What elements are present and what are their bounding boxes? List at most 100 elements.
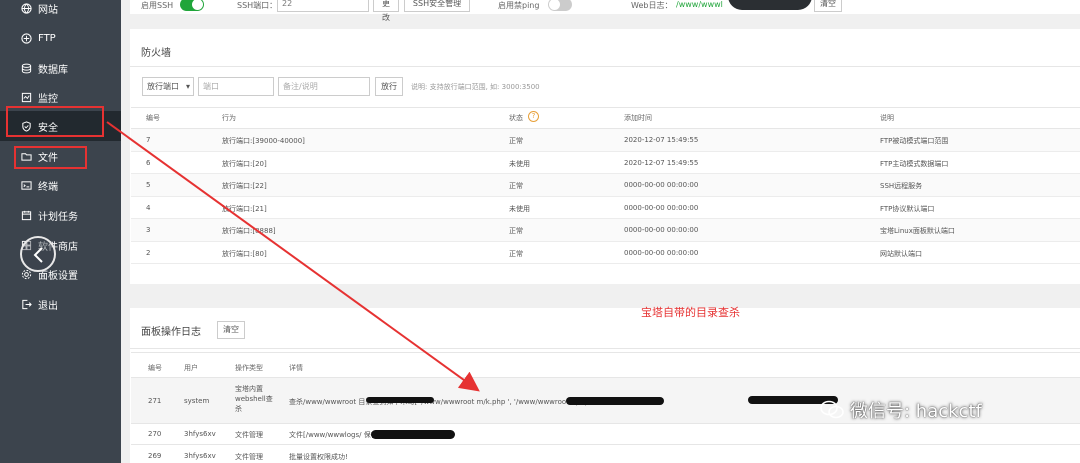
col-header-time: 添加时间 <box>624 114 652 122</box>
port-input[interactable]: 端口 <box>198 77 274 96</box>
row-action: 放行端口:[22] <box>222 182 267 190</box>
ssh-enable-label: 启用SSH <box>141 1 174 10</box>
row-note: FTP主动模式数据端口 <box>880 159 949 168</box>
ssh-toggle[interactable] <box>180 0 204 11</box>
watermark-text: 微信号: hackctf <box>850 401 982 422</box>
row-action: 放行端口:[39000-40000] <box>222 137 305 145</box>
chevron-down-icon: ▾ <box>185 82 190 91</box>
row-note: 宝塔Linux面板默认端口 <box>880 227 955 235</box>
row-time: 0000-00-00 00:00:00 <box>624 248 699 257</box>
logout-icon <box>20 298 32 310</box>
row-note: FTP被动模式端口范围 <box>880 137 949 145</box>
row-note: 网站默认端口 <box>880 249 922 258</box>
floating-overlay <box>728 0 812 10</box>
row-id: 5 <box>146 181 151 189</box>
redaction-mark <box>371 430 455 439</box>
row-time: 0000-00-00 00:00:00 <box>624 203 699 212</box>
row-id: 7 <box>146 136 151 144</box>
log-id: 270 <box>148 430 162 438</box>
ssh-port-input[interactable]: 22 <box>277 0 369 12</box>
row-id: 4 <box>146 203 151 212</box>
log-type: 宝塔内置webshell查杀 <box>235 385 273 413</box>
row-time: 0000-00-00 00:00:00 <box>624 226 699 234</box>
terminal-icon <box>20 179 32 191</box>
sidebar-item-label: 网站 <box>38 4 58 16</box>
col-header-action: 行为 <box>222 114 236 122</box>
redaction-mark <box>566 397 664 405</box>
log-col-id: 编号 <box>148 364 162 372</box>
ssh-port-label: SSH端口： <box>237 1 278 10</box>
row-time: 2020-12-07 15:49:55 <box>624 158 699 167</box>
ftp-icon <box>20 32 32 44</box>
sidebar-item-website[interactable]: 网站 <box>0 0 121 23</box>
row-note: SSH远程服务 <box>880 182 923 190</box>
sidebar-item-ftp[interactable]: FTP <box>0 23 121 53</box>
row-time: 0000-00-00 00:00:00 <box>624 181 699 189</box>
sidebar-item-logout[interactable]: 退出 <box>0 289 121 319</box>
table-row <box>131 241 1080 264</box>
table-row <box>131 174 1080 197</box>
log-detail: 查杀/www/wwwroot 目录查到如下木马[ '/www/wwwroot m… <box>289 398 595 406</box>
note-input[interactable]: 备注/说明 <box>278 77 370 96</box>
log-user: 3hfys6xv <box>184 452 216 460</box>
log-id: 271 <box>148 397 162 405</box>
settings-bar: 启用SSH SSH端口： 22 更改 SSH安全管理 启用禁ping Web日志… <box>130 0 1080 22</box>
redaction-mark <box>366 397 434 403</box>
sidebar-item-label: 监控 <box>38 93 58 105</box>
row-status: 正常 <box>509 249 523 258</box>
row-id: 3 <box>146 226 151 234</box>
sidebar-item-database[interactable]: 数据库 <box>0 53 121 83</box>
log-col-detail: 详情 <box>289 364 303 372</box>
log-detail: 批量设置权限成功! <box>289 453 348 461</box>
allow-port-button[interactable]: 放行 <box>375 77 403 96</box>
col-header-id: 编号 <box>146 114 160 122</box>
monitor-icon <box>20 91 32 103</box>
sidebar-item-label: FTP <box>38 32 56 44</box>
sidebar-item-settings[interactable]: 面板设置 <box>0 259 121 289</box>
log-type: 文件管理 <box>235 453 263 461</box>
annotation-text: 宝塔自带的目录查杀 <box>641 306 740 319</box>
wechat-icon <box>820 400 844 419</box>
row-status: 正常 <box>509 227 523 235</box>
row-action: 放行端口:[20] <box>222 159 267 168</box>
clear-weblog-button[interactable]: 清空 <box>814 0 842 12</box>
log-id: 269 <box>148 452 162 460</box>
clear-oplog-button[interactable]: 清空 <box>217 321 245 339</box>
row-status: 正常 <box>509 137 523 145</box>
weblog-label: Web日志： <box>631 1 673 10</box>
globe-icon <box>20 2 32 14</box>
sidebar-item-terminal[interactable]: 终端 <box>0 170 121 200</box>
log-type: 文件管理 <box>235 431 263 439</box>
row-note: FTP协议默认端口 <box>880 204 935 213</box>
col-header-status: 状态 <box>509 114 523 122</box>
sidebar-item-cron[interactable]: 计划任务 <box>0 200 121 230</box>
row-action: 放行端口:[80] <box>222 249 267 258</box>
row-id: 2 <box>146 248 151 257</box>
row-action: 放行端口:[21] <box>222 204 267 213</box>
port-type-select[interactable]: 放行端口 ▾ <box>142 77 194 96</box>
log-col-user: 用户 <box>184 364 198 372</box>
weblog-path: /www/wwwl <box>676 0 723 9</box>
row-status: 未使用 <box>509 204 530 213</box>
oplog-title: 面板操作日志 <box>141 327 201 338</box>
row-id: 6 <box>146 158 151 167</box>
database-icon <box>20 62 32 74</box>
change-port-button[interactable]: 更改 <box>373 0 399 22</box>
ping-toggle[interactable] <box>548 0 572 11</box>
main-content: 启用SSH SSH端口： 22 更改 SSH安全管理 启用禁ping Web日志… <box>121 0 1080 463</box>
sidebar: 网站 FTP 数据库 监控 安全 文件 终端 计划任务 软件商店 面板设置 退出 <box>0 0 121 463</box>
sidebar-item-label: 数据库 <box>38 64 68 76</box>
firewall-hint: 说明: 支持放行端口范围, 如: 3000:3500 <box>411 83 540 91</box>
ssh-manage-button[interactable]: SSH安全管理 <box>404 0 470 12</box>
highlight-box-files <box>14 146 87 169</box>
calendar-icon <box>20 209 32 221</box>
sidebar-item-label: 计划任务 <box>38 211 78 223</box>
row-action: 放行端口:[8888] <box>222 227 276 235</box>
firewall-title: 防火墙 <box>141 48 171 59</box>
col-header-note: 说明 <box>880 114 894 122</box>
help-icon[interactable]: ? <box>528 111 539 122</box>
sidebar-item-store[interactable]: 软件商店 <box>0 230 121 260</box>
back-circle-button[interactable] <box>20 236 56 272</box>
log-user: 3hfys6xv <box>184 430 216 438</box>
highlight-box-security <box>6 106 104 137</box>
